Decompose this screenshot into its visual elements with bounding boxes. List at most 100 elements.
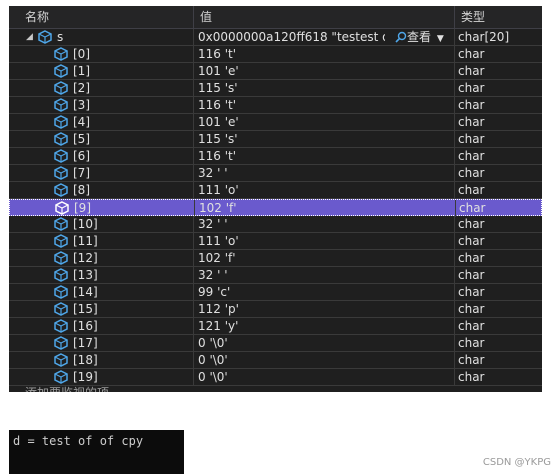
watch-element-row[interactable]: [10] 32 ' ' char <box>9 216 542 233</box>
watch-element-row[interactable]: [15] 112 'p' char <box>9 301 542 318</box>
column-header-type[interactable]: 类型 <box>455 6 542 28</box>
watch-element-row[interactable]: [3] 116 't' char <box>9 97 542 114</box>
watch-element-row[interactable]: [14] 99 'c' char <box>9 284 542 301</box>
variable-name: s <box>57 30 64 44</box>
watch-element-row[interactable]: [1] 101 'e' char <box>9 63 542 80</box>
element-value: 111 'o' <box>198 234 239 248</box>
element-index: [11] <box>73 234 98 248</box>
watch-element-row[interactable]: [13] 32 ' ' char <box>9 267 542 284</box>
element-index: [14] <box>73 285 98 299</box>
variable-icon <box>54 217 68 231</box>
element-index: [15] <box>73 302 98 316</box>
magnifier-icon <box>395 31 407 43</box>
element-value: 101 'e' <box>198 64 239 78</box>
variable-icon <box>54 47 68 61</box>
element-index: [10] <box>73 217 98 231</box>
variable-icon <box>54 64 68 78</box>
view-button-label: 查看 <box>407 30 432 44</box>
watch-element-row[interactable]: [16] 121 'y' char <box>9 318 542 335</box>
element-type: char <box>458 302 485 316</box>
variable-icon <box>54 98 68 112</box>
element-index: [4] <box>73 115 90 129</box>
element-type: char <box>458 115 485 129</box>
add-watch-placeholder: 添加要监视的项 <box>25 384 109 392</box>
watch-header: 名称 值 类型 <box>9 6 542 29</box>
watch-root-row[interactable]: ◢ s 0x0000000a120ff618 "testest of of c.… <box>9 29 542 46</box>
variable-icon <box>54 81 68 95</box>
element-type: char <box>458 64 485 78</box>
variable-icon <box>54 302 68 316</box>
variable-icon <box>54 132 68 146</box>
dropdown-arrow-icon[interactable]: ▼ <box>437 34 444 44</box>
element-type: char <box>458 149 485 163</box>
element-value: 116 't' <box>198 47 237 61</box>
watch-element-row[interactable]: [0] 116 't' char <box>9 46 542 63</box>
variable-icon <box>54 336 68 350</box>
element-index: [3] <box>73 98 90 112</box>
variable-icon <box>54 183 68 197</box>
variable-icon <box>54 251 68 265</box>
element-type: char <box>458 285 485 299</box>
element-type: char <box>458 234 485 248</box>
add-watch-row[interactable]: 添加要监视的项 <box>9 382 542 392</box>
element-value: 32 ' ' <box>198 166 228 180</box>
variable-value: 0x0000000a120ff618 "testest of of c... <box>198 30 385 44</box>
watch-element-row[interactable]: [2] 115 's' char <box>9 80 542 97</box>
variable-icon <box>54 268 68 282</box>
variable-icon <box>54 149 68 163</box>
variable-icon <box>54 285 68 299</box>
element-type: char <box>458 251 485 265</box>
element-value: 0 '\0' <box>198 353 228 367</box>
element-type: char <box>458 353 485 367</box>
element-type: char <box>458 81 485 95</box>
watch-window: 名称 值 类型 ◢ s 0x0000000a120ff618 "testest … <box>9 6 542 392</box>
watch-element-row[interactable]: [5] 115 's' char <box>9 131 542 148</box>
column-header-name[interactable]: 名称 <box>19 6 193 28</box>
element-index: [16] <box>73 319 98 333</box>
element-type: char <box>458 217 485 231</box>
element-value: 102 'f' <box>198 251 236 265</box>
watch-element-row[interactable]: [7] 32 ' ' char <box>9 165 542 182</box>
watch-element-row[interactable]: [9] 102 'f' char <box>9 199 542 217</box>
element-value: 111 'o' <box>198 183 239 197</box>
element-value: 0 '\0' <box>198 336 228 350</box>
element-type: char <box>458 132 485 146</box>
element-index: [12] <box>73 251 98 265</box>
watch-element-row[interactable]: [4] 101 'e' char <box>9 114 542 131</box>
watch-element-row[interactable]: [6] 116 't' char <box>9 148 542 165</box>
element-index: [7] <box>73 166 90 180</box>
element-index: [8] <box>73 183 90 197</box>
element-index: [0] <box>73 47 90 61</box>
variable-icon <box>54 166 68 180</box>
watch-element-row[interactable]: [18] 0 '\0' char <box>9 352 542 369</box>
element-value: 32 ' ' <box>198 217 228 231</box>
watch-element-row[interactable]: [8] 111 'o' char <box>9 182 542 199</box>
variable-icon <box>54 115 68 129</box>
variable-type: char[20] <box>458 30 510 44</box>
watch-element-row[interactable]: [12] 102 'f' char <box>9 250 542 267</box>
view-button[interactable]: 查看 ▼ <box>395 29 444 45</box>
watch-element-row[interactable]: [17] 0 '\0' char <box>9 335 542 352</box>
element-value: 99 'c' <box>198 285 231 299</box>
variable-icon <box>54 319 68 333</box>
console-output: d = test of of cpy <box>9 430 184 474</box>
element-type: char <box>458 98 485 112</box>
watch-element-row[interactable]: [11] 111 'o' char <box>9 233 542 250</box>
element-index: [5] <box>73 132 90 146</box>
variable-icon <box>55 201 69 215</box>
element-index: [2] <box>73 81 90 95</box>
element-value: 115 's' <box>198 81 238 95</box>
element-value: 115 's' <box>198 132 238 146</box>
element-type: char <box>459 201 486 215</box>
element-value: 116 't' <box>198 149 237 163</box>
column-header-value[interactable]: 值 <box>194 6 454 28</box>
element-value: 116 't' <box>198 98 237 112</box>
collapse-triangle-icon[interactable]: ◢ <box>26 29 36 45</box>
element-type: char <box>458 319 485 333</box>
element-index: [6] <box>73 149 90 163</box>
element-value: 32 ' ' <box>198 268 228 282</box>
variable-icon <box>54 234 68 248</box>
watermark: CSDN @YKPG <box>482 457 551 468</box>
variable-icon <box>38 30 52 44</box>
element-index: [13] <box>73 268 98 282</box>
